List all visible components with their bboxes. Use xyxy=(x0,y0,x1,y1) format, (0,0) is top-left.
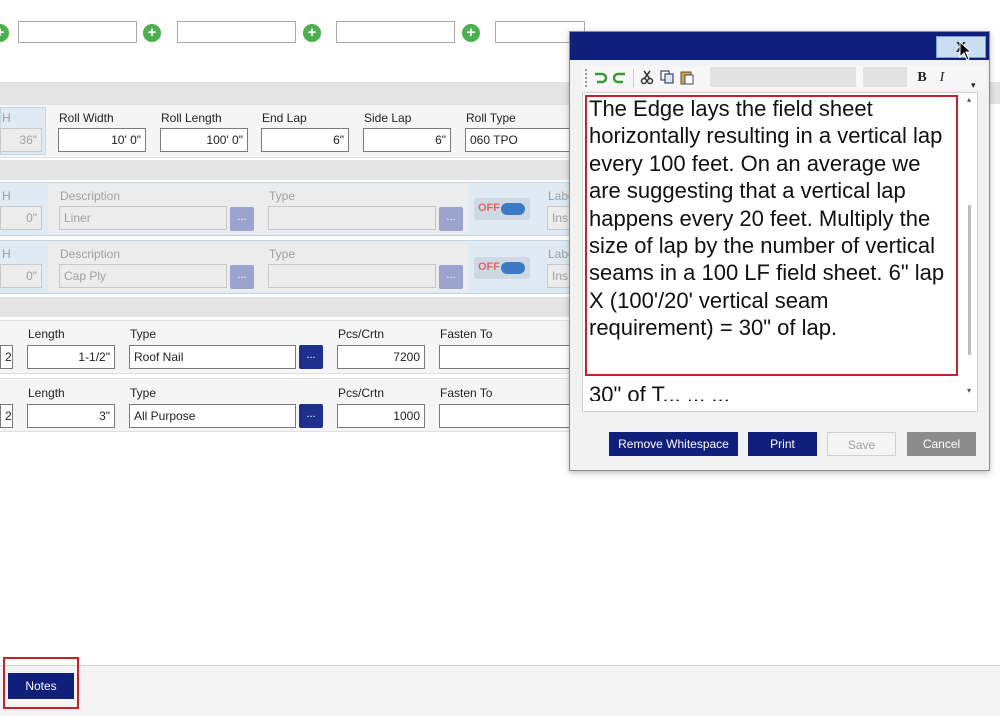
side-lap-input[interactable]: 6" xyxy=(363,128,451,152)
ply-type-input xyxy=(268,264,436,288)
top-input-2[interactable] xyxy=(177,21,296,43)
ply-description-browse-button: ... xyxy=(230,265,254,289)
editor-toolbar: B I ▾ xyxy=(582,66,986,90)
ply-toggle-switch[interactable]: OFF xyxy=(474,198,530,220)
fasten-to-label: Fasten To xyxy=(440,386,493,400)
scrollbar-thumb[interactable] xyxy=(968,205,971,355)
toggle-off-label: OFF xyxy=(478,202,500,214)
add-icon[interactable]: + xyxy=(462,24,480,42)
save-button[interactable]: Save xyxy=(827,432,896,456)
type-label: Type xyxy=(130,386,157,400)
ply-type-input xyxy=(268,206,436,230)
notes-text-continuation: 30" of T... ... ... xyxy=(589,382,730,401)
fastener-type-input[interactable]: All Purpose xyxy=(129,404,296,428)
mouse-cursor-icon xyxy=(959,41,973,61)
font-name-select[interactable] xyxy=(710,67,856,87)
cut-icon[interactable] xyxy=(639,69,655,85)
bold-button[interactable]: B xyxy=(912,68,932,88)
end-lap-label: End Lap xyxy=(262,111,307,125)
ply-description-input: Liner xyxy=(59,206,227,230)
cancel-button[interactable]: Cancel xyxy=(907,432,976,456)
fastener-length-input[interactable]: 3" xyxy=(27,404,115,428)
toolbar-grip xyxy=(585,69,588,87)
fasten-to-label: Fasten To xyxy=(440,327,493,341)
ply-cut-value: 0" xyxy=(0,264,42,288)
type-label: Type xyxy=(269,189,296,203)
toolbar-separator xyxy=(633,69,634,87)
scroll-down-icon[interactable]: ▾ xyxy=(967,386,971,395)
section-header-band xyxy=(0,297,580,317)
notes-dialog: X B I ▾ The Edge lays the field sheet ho… xyxy=(569,31,990,471)
copy-icon[interactable] xyxy=(659,69,675,85)
editor-scrollbar[interactable]: ▴ ▾ xyxy=(965,95,975,411)
fastener-left-value[interactable]: 2" xyxy=(0,345,13,369)
ply-description-input: Cap Ply xyxy=(59,264,227,288)
ply-cut-value: 0" xyxy=(0,206,42,230)
toggle-knob xyxy=(501,203,525,215)
ply-type-browse-button: ... xyxy=(439,207,463,231)
pcs-crtn-input[interactable]: 7200 xyxy=(337,345,425,369)
cut-label: H xyxy=(2,247,11,261)
add-icon[interactable]: + xyxy=(303,24,321,42)
roll-width-input[interactable]: 10' 0" xyxy=(58,128,146,152)
notes-button[interactable]: Notes xyxy=(8,673,74,699)
fastener-type-input[interactable]: Roof Nail xyxy=(129,345,296,369)
toolbar-overflow-icon[interactable]: ▾ xyxy=(971,80,976,91)
paste-icon[interactable] xyxy=(679,69,695,85)
description-label: Description xyxy=(60,247,121,261)
ply-description-browse-button: ... xyxy=(230,207,254,231)
dialog-title-bar xyxy=(570,32,989,60)
footer-bar xyxy=(0,666,1000,716)
add-icon[interactable]: + xyxy=(143,24,161,42)
type-label: Type xyxy=(269,247,296,261)
redo-icon[interactable] xyxy=(612,69,628,85)
side-lap-label: Side Lap xyxy=(364,111,412,125)
font-size-select[interactable] xyxy=(863,67,907,87)
description-label: Description xyxy=(60,189,121,203)
fasten-to-input[interactable] xyxy=(439,404,577,428)
fastener-type-browse-button[interactable]: ... xyxy=(299,345,323,369)
roll-width-label: Roll Width xyxy=(59,111,114,125)
fastener-left-value[interactable]: 2" xyxy=(0,404,13,428)
ply-type-browse-button: ... xyxy=(439,265,463,289)
length-label: Length xyxy=(28,386,65,400)
pcs-crtn-label: Pcs/Crtn xyxy=(338,327,385,341)
roll-length-label: Roll Length xyxy=(161,111,222,125)
type-label: Type xyxy=(130,327,157,341)
end-lap-input[interactable]: 6" xyxy=(261,128,349,152)
toggle-off-label: OFF xyxy=(478,261,500,273)
toggle-knob xyxy=(501,262,525,274)
roll-type-label: Roll Type xyxy=(466,111,516,125)
roll-cut-value: 36" xyxy=(0,128,42,152)
ply-toggle-switch[interactable]: OFF xyxy=(474,257,530,279)
cut-label: H xyxy=(2,189,11,203)
fasten-to-input[interactable] xyxy=(439,345,577,369)
top-input-3[interactable] xyxy=(336,21,455,43)
roll-length-input[interactable]: 100' 0" xyxy=(160,128,248,152)
undo-icon[interactable] xyxy=(592,69,608,85)
pcs-crtn-label: Pcs/Crtn xyxy=(338,386,385,400)
section-header-band xyxy=(0,160,580,180)
roll-type-input[interactable]: 060 TPO xyxy=(465,128,575,152)
fastener-type-browse-button[interactable]: ... xyxy=(299,404,323,428)
cut-label: H xyxy=(2,111,11,125)
remove-whitespace-button[interactable]: Remove Whitespace xyxy=(609,432,738,456)
italic-button[interactable]: I xyxy=(932,68,952,88)
top-input-1[interactable] xyxy=(18,21,137,43)
pcs-crtn-input[interactable]: 1000 xyxy=(337,404,425,428)
add-icon[interactable]: + xyxy=(0,24,9,42)
fastener-length-input[interactable]: 1-1/2" xyxy=(27,345,115,369)
text-highlight-box xyxy=(585,95,958,376)
scroll-up-icon[interactable]: ▴ xyxy=(967,95,971,104)
print-button[interactable]: Print xyxy=(748,432,817,456)
length-label: Length xyxy=(28,327,65,341)
